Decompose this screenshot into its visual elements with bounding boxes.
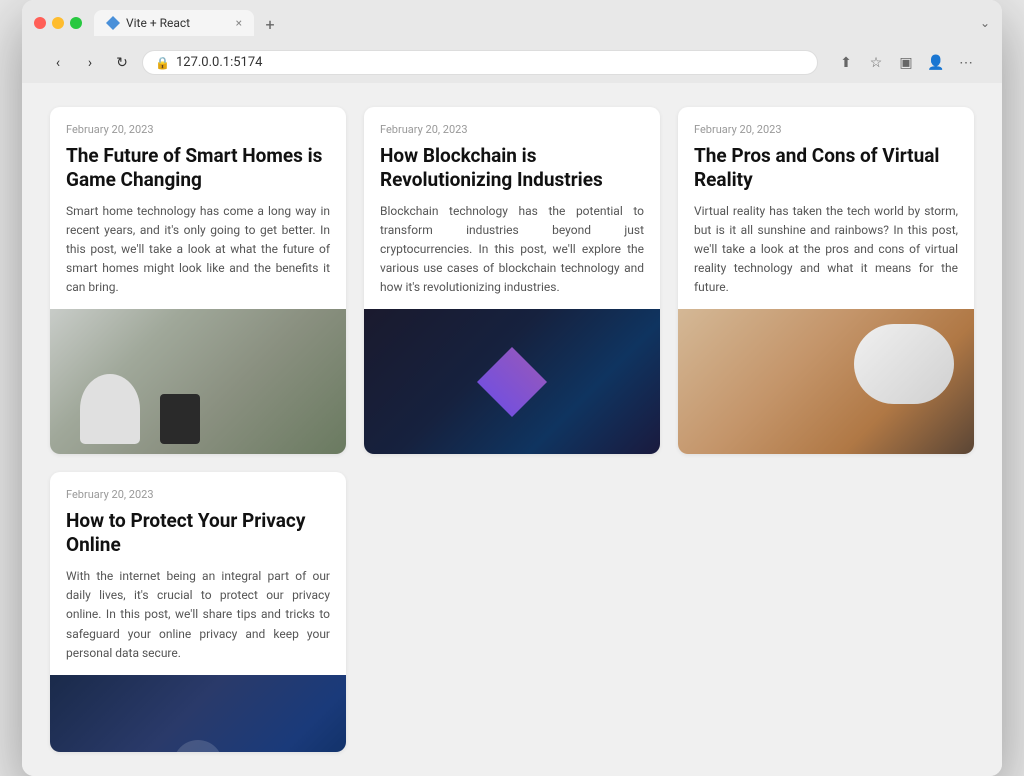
window-chevron: ⌄ bbox=[980, 16, 990, 30]
card-date: February 20, 2023 bbox=[694, 123, 958, 136]
reader-button[interactable]: ▣ bbox=[894, 51, 918, 75]
traffic-lights bbox=[34, 17, 82, 29]
card-title: How Blockchain is Revolutionizing Indust… bbox=[380, 144, 644, 192]
address-text: 127.0.0.1:5174 bbox=[176, 55, 263, 70]
blog-grid-top: February 20, 2023 The Future of Smart Ho… bbox=[50, 107, 974, 454]
bookmark-button[interactable]: ☆ bbox=[864, 51, 888, 75]
blog-card-blockchain[interactable]: February 20, 2023 How Blockchain is Revo… bbox=[364, 107, 660, 454]
tabs-bar: Vite + React × + bbox=[94, 10, 980, 36]
browser-window: Vite + React × + ⌄ ‹ › ↻ 🔒 127.0.0.1:517… bbox=[22, 0, 1002, 776]
profile-button[interactable]: 👤 bbox=[924, 51, 948, 75]
tab-close-button[interactable]: × bbox=[236, 17, 242, 29]
content-area: February 20, 2023 The Future of Smart Ho… bbox=[22, 83, 1002, 776]
blog-card-privacy[interactable]: February 20, 2023 How to Protect Your Pr… bbox=[50, 472, 346, 752]
more-button[interactable]: ⋯ bbox=[954, 51, 978, 75]
nav-actions: ⬆ ☆ ▣ 👤 ⋯ bbox=[834, 51, 978, 75]
tab-title: Vite + React bbox=[126, 16, 230, 30]
blog-card-vr[interactable]: February 20, 2023 The Pros and Cons of V… bbox=[678, 107, 974, 454]
card-title: How to Protect Your Privacy Online bbox=[66, 509, 330, 557]
maximize-traffic-light[interactable] bbox=[70, 17, 82, 29]
card-date: February 20, 2023 bbox=[66, 488, 330, 501]
card-title: The Future of Smart Homes is Game Changi… bbox=[66, 144, 330, 192]
card-excerpt: Smart home technology has come a long wa… bbox=[66, 202, 330, 298]
back-button[interactable]: ‹ bbox=[46, 51, 70, 75]
card-excerpt: Blockchain technology has the potential … bbox=[380, 202, 644, 298]
card-excerpt: With the internet being an integral part… bbox=[66, 567, 330, 663]
card-content: February 20, 2023 How Blockchain is Revo… bbox=[364, 107, 660, 309]
active-tab[interactable]: Vite + React × bbox=[94, 10, 254, 36]
address-protocol-icon: 🔒 bbox=[155, 56, 170, 70]
card-content: February 20, 2023 How to Protect Your Pr… bbox=[50, 472, 346, 674]
tab-favicon-icon bbox=[106, 16, 120, 30]
card-excerpt: Virtual reality has taken the tech world… bbox=[694, 202, 958, 298]
browser-chrome: Vite + React × + ⌄ ‹ › ↻ 🔒 127.0.0.1:517… bbox=[22, 0, 1002, 83]
title-bar: Vite + React × + ⌄ bbox=[34, 10, 990, 36]
card-image-smart-home bbox=[50, 309, 346, 454]
card-image-vr bbox=[678, 309, 974, 454]
forward-button[interactable]: › bbox=[78, 51, 102, 75]
card-content: February 20, 2023 The Future of Smart Ho… bbox=[50, 107, 346, 309]
close-traffic-light[interactable] bbox=[34, 17, 46, 29]
share-button[interactable]: ⬆ bbox=[834, 51, 858, 75]
navigation-bar: ‹ › ↻ 🔒 127.0.0.1:5174 ⬆ ☆ ▣ 👤 ⋯ bbox=[34, 44, 990, 83]
blog-card-smart-home[interactable]: February 20, 2023 The Future of Smart Ho… bbox=[50, 107, 346, 454]
card-content: February 20, 2023 The Pros and Cons of V… bbox=[678, 107, 974, 309]
minimize-traffic-light[interactable] bbox=[52, 17, 64, 29]
refresh-button[interactable]: ↻ bbox=[110, 51, 134, 75]
card-image-blockchain bbox=[364, 309, 660, 454]
blog-grid-bottom: February 20, 2023 How to Protect Your Pr… bbox=[50, 472, 974, 752]
card-date: February 20, 2023 bbox=[380, 123, 644, 136]
new-tab-button[interactable]: + bbox=[258, 12, 282, 36]
card-title: The Pros and Cons of Virtual Reality bbox=[694, 144, 958, 192]
card-date: February 20, 2023 bbox=[66, 123, 330, 136]
address-bar[interactable]: 🔒 127.0.0.1:5174 bbox=[142, 50, 818, 75]
card-image-privacy bbox=[50, 675, 346, 753]
